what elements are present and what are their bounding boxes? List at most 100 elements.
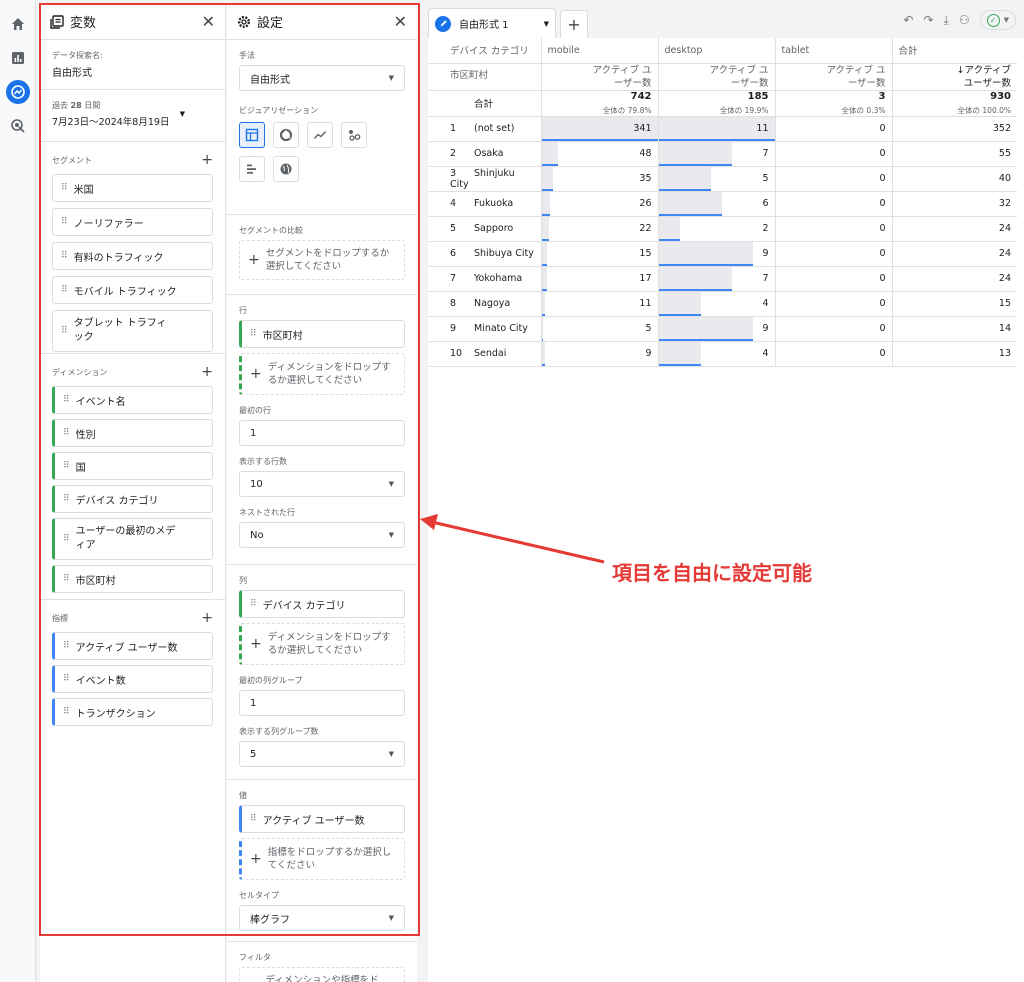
reports-icon[interactable] (6, 46, 30, 70)
donut-chart-icon[interactable] (273, 122, 299, 148)
tab-freeform-1[interactable]: 自由形式 1 ▼ (428, 8, 556, 38)
drag-handle-icon[interactable]: ⠿ (63, 461, 70, 471)
add-tab-button[interactable]: + (560, 10, 588, 38)
metric-chip[interactable]: ⠿ トランザクション (52, 698, 213, 726)
date-range-picker[interactable]: 過去 28 日間 7月23日～2024年8月19日 ▼ (40, 90, 225, 142)
table-row[interactable]: 2 Osaka 48 7 0 55 (428, 141, 1017, 167)
row-dimension-chip[interactable]: ⠿ 市区町村 (239, 320, 405, 348)
drag-handle-icon[interactable]: ⠿ (250, 329, 257, 339)
drag-handle-icon[interactable]: ⠿ (61, 217, 68, 227)
advertising-icon[interactable] (6, 114, 30, 138)
drag-handle-icon[interactable]: ⠿ (61, 251, 68, 261)
drag-handle-icon[interactable]: ⠿ (250, 599, 257, 609)
segment-chip[interactable]: ⠿ 米国 (52, 174, 213, 202)
metric-header[interactable]: アクティブ ユーザー数 (658, 63, 776, 91)
cell-value: 15 (998, 298, 1011, 309)
cell-tablet: 0 (775, 266, 893, 292)
segment-chip[interactable]: ⠿ タブレット トラフィック (52, 310, 213, 352)
add-segment-icon[interactable]: + (201, 152, 213, 168)
metric-header-text: アクティブ ユーザー数 (709, 64, 769, 89)
nested-select[interactable]: No ▼ (239, 522, 405, 548)
table-row[interactable]: 1 (not set) 341 11 0 352 (428, 116, 1017, 142)
value-metric-chip[interactable]: ⠿ アクティブ ユーザー数 (239, 805, 405, 833)
share-user-icon[interactable]: ⚇ (959, 13, 970, 27)
drag-handle-icon[interactable]: ⠿ (63, 494, 70, 504)
column-drop-zone[interactable]: + ディメンションをドロップするか選択してください (239, 623, 405, 665)
dimension-chip[interactable]: ⠿ 性別 (52, 419, 213, 447)
table-row[interactable]: 3 Shinjuku City 35 5 0 40 (428, 166, 1017, 192)
columns-section: 列 ⠿ デバイス カテゴリ + ディメンションをドロップするか選択してください 最初… (227, 565, 417, 780)
drag-handle-icon[interactable]: ⠿ (63, 707, 70, 717)
redo-icon[interactable]: ↷ (923, 13, 933, 27)
add-metric-icon[interactable]: + (201, 610, 213, 626)
segment-chip[interactable]: ⠿ ノーリファラー (52, 208, 213, 236)
drag-handle-icon[interactable]: ⠿ (61, 324, 68, 338)
table-row[interactable]: 4 Fukuoka 26 6 0 32 (428, 191, 1017, 217)
globe-icon[interactable] (273, 156, 299, 182)
row-city-label: Fukuoka (474, 198, 514, 209)
download-icon[interactable]: ⤓ (944, 13, 949, 28)
show-cols-select[interactable]: 5 ▼ (239, 741, 405, 767)
drag-handle-icon[interactable]: ⠿ (63, 574, 70, 584)
show-rows-select[interactable]: 10 ▼ (239, 471, 405, 497)
filter-drop-zone[interactable]: ディメンションや指標をド (239, 967, 405, 982)
cell-type-select[interactable]: 棒グラフ ▼ (239, 905, 405, 931)
segment-compare-section: セグメントの比較 + セグメントをドロップするか選択してください (227, 215, 417, 295)
segment-chip[interactable]: ⠿ 有料のトラフィック (52, 242, 213, 270)
bar-chart-icon[interactable] (239, 156, 265, 182)
table-row[interactable]: 6 Shibuya City 15 9 0 24 (428, 241, 1017, 267)
drag-handle-icon[interactable]: ⠿ (61, 285, 68, 295)
table-row[interactable]: 5 Sapporo 22 2 0 24 (428, 216, 1017, 242)
drag-handle-icon[interactable]: ⠿ (63, 532, 70, 546)
explore-icon[interactable] (6, 80, 30, 104)
column-dimension-chip[interactable]: ⠿ デバイス カテゴリ (239, 590, 405, 618)
table-row[interactable]: 8 Nagoya 11 4 0 15 (428, 291, 1017, 317)
column-header-total[interactable]: 合計 (892, 38, 1017, 64)
add-dimension-icon[interactable]: + (201, 364, 213, 380)
home-icon[interactable] (6, 12, 30, 36)
undo-icon[interactable]: ↶ (903, 13, 913, 27)
table-row[interactable]: 9 Minato City 5 9 0 14 (428, 316, 1017, 342)
technique-select[interactable]: 自由形式 ▼ (239, 65, 405, 91)
segment-drop-zone[interactable]: + セグメントをドロップするか選択してください (239, 240, 405, 280)
table-row[interactable]: 10 Sendai 9 4 0 13 (428, 341, 1017, 367)
explore-name-value[interactable]: 自由形式 (52, 64, 213, 79)
drag-handle-icon[interactable]: ⠿ (250, 814, 257, 824)
table-row[interactable]: 7 Yokohama 17 7 0 24 (428, 266, 1017, 292)
dimension-chip[interactable]: ⠿ イベント名 (52, 386, 213, 414)
drag-handle-icon[interactable]: ⠿ (63, 641, 70, 651)
metric-header[interactable]: アクティブ ユーザー数 (775, 63, 893, 91)
column-header-tablet[interactable]: tablet (775, 38, 893, 64)
close-icon[interactable]: ✕ (394, 12, 407, 31)
drag-handle-icon[interactable]: ⠿ (63, 674, 70, 684)
close-icon[interactable]: ✕ (202, 12, 215, 31)
row-drop-zone[interactable]: + ディメンションをドロップするか選択してください (239, 353, 405, 395)
column-header-mobile[interactable]: mobile (541, 38, 659, 64)
dimension-chip[interactable]: ⠿ デバイス カテゴリ (52, 485, 213, 513)
row-number: 3 (450, 167, 457, 179)
drag-handle-icon[interactable]: ⠿ (63, 395, 70, 405)
value-drop-zone[interactable]: + 指標をドロップするか選択してください (239, 838, 405, 880)
dimension-label: 市区町村 (75, 575, 116, 587)
drag-handle-icon[interactable]: ⠿ (63, 428, 70, 438)
metric-chip[interactable]: ⠿ イベント数 (52, 665, 213, 693)
dimension-chip[interactable]: ⠿ ユーザーの最初のメディア (52, 518, 213, 560)
first-col-input[interactable]: 1 (239, 690, 405, 716)
values-section: 値 ⠿ アクティブ ユーザー数 + 指標をドロップするか選択してください セルタイプ… (227, 780, 417, 942)
chevron-down-icon: ▼ (179, 110, 185, 118)
table-viz-icon[interactable] (239, 122, 265, 148)
dimension-chip[interactable]: ⠿ 市区町村 (52, 565, 213, 593)
scatter-chart-icon[interactable] (341, 122, 367, 148)
metric-header[interactable]: アクティブ ユーザー数 (541, 63, 659, 91)
line-chart-icon[interactable] (307, 122, 333, 148)
segment-chip[interactable]: ⠿ モバイル トラフィック (52, 276, 213, 304)
drag-handle-icon[interactable]: ⠿ (61, 183, 68, 193)
first-row-input[interactable]: 1 (239, 420, 405, 446)
total-cell: 930 全体の 100.0% (892, 90, 1017, 117)
metric-chip[interactable]: ⠿ アクティブ ユーザー数 (52, 632, 213, 660)
status-dropdown[interactable]: ✓ ▼ (979, 10, 1016, 30)
dimension-chip[interactable]: ⠿ 国 (52, 452, 213, 480)
column-header-desktop[interactable]: desktop (658, 38, 776, 64)
metric-header-sorted[interactable]: ↓アクティブ ユーザー数 (892, 63, 1017, 91)
chevron-down-icon[interactable]: ▼ (544, 20, 549, 28)
